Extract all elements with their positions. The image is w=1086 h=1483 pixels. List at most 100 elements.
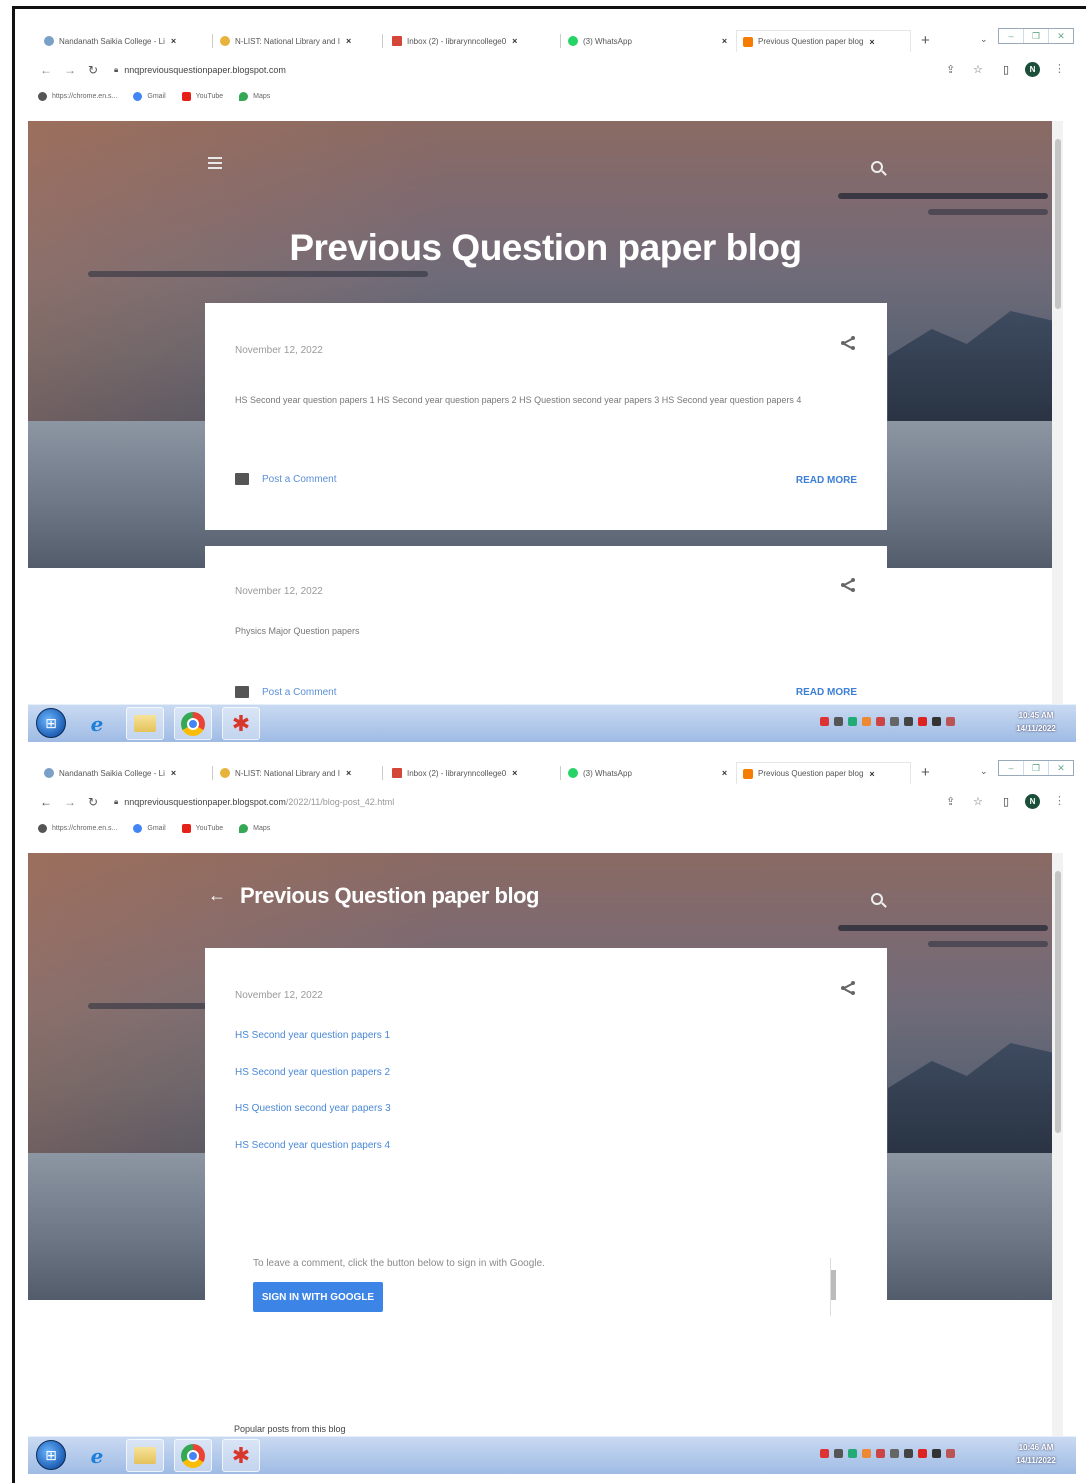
profile-avatar[interactable]: N [1025, 62, 1040, 77]
bookmark-gmail[interactable]: Gmail [133, 823, 166, 833]
internet-explorer-taskbar-button[interactable]: e [78, 707, 116, 740]
tab-search-chevron-icon[interactable]: ⌄ [980, 34, 988, 45]
close-window-icon[interactable]: ✕ [1049, 761, 1073, 775]
close-tab-icon[interactable]: × [512, 36, 517, 46]
minimize-icon[interactable]: – [999, 761, 1024, 775]
tray-icon[interactable] [876, 717, 885, 726]
app-taskbar-button[interactable]: ✱ [222, 707, 260, 740]
tray-icon[interactable] [862, 717, 871, 726]
scrollbar-thumb[interactable] [1055, 139, 1061, 309]
sidebar-panel-icon[interactable]: ▯ [1003, 795, 1009, 808]
start-button[interactable]: ⊞ [36, 1440, 66, 1470]
back-icon[interactable]: ← [40, 795, 52, 809]
new-tab-button[interactable]: + [921, 764, 930, 781]
chrome-taskbar-button[interactable] [174, 1439, 212, 1472]
question-paper-link[interactable]: HS Second year question papers 1 [235, 1030, 391, 1067]
question-paper-link[interactable]: HS Second year question papers 4 [235, 1140, 391, 1177]
close-tab-icon[interactable]: × [722, 36, 727, 46]
tray-icon[interactable] [932, 717, 941, 726]
search-icon[interactable] [871, 161, 883, 173]
share-icon[interactable] [841, 981, 855, 995]
question-paper-link[interactable]: HS Second year question papers 2 [235, 1067, 391, 1104]
reload-icon[interactable]: ↻ [88, 795, 98, 809]
tab-gmail-inbox[interactable]: Inbox (2) - librarynncollege0 × [392, 762, 557, 784]
close-tab-icon[interactable]: × [869, 769, 874, 779]
post-comment-link[interactable]: Post a Comment [235, 686, 336, 698]
close-tab-icon[interactable]: × [869, 37, 874, 47]
close-tab-icon[interactable]: × [346, 36, 351, 46]
forward-icon[interactable]: → [64, 795, 76, 809]
scrollbar-thumb[interactable] [831, 1270, 836, 1300]
profile-avatar[interactable]: N [1025, 794, 1040, 809]
close-tab-icon[interactable]: × [512, 768, 517, 778]
new-tab-button[interactable]: + [921, 32, 930, 49]
close-tab-icon[interactable]: × [171, 768, 176, 778]
tray-icon[interactable] [876, 1449, 885, 1458]
forward-icon[interactable]: → [64, 63, 76, 77]
comment-frame-scrollbar[interactable] [830, 1258, 836, 1316]
tray-icon[interactable] [918, 1449, 927, 1458]
volume-icon[interactable] [904, 1449, 913, 1458]
tray-icon[interactable] [918, 717, 927, 726]
sign-in-with-google-button[interactable]: SIGN IN WITH GOOGLE [253, 1282, 383, 1312]
tab-nlist[interactable]: N-LIST: National Library and I × [220, 762, 378, 784]
internet-explorer-taskbar-button[interactable]: e [78, 1439, 116, 1472]
tab-gmail-inbox[interactable]: Inbox (2) - librarynncollege0 × [392, 30, 557, 52]
tab-search-chevron-icon[interactable]: ⌄ [980, 766, 988, 777]
read-more-link[interactable]: READ MORE [796, 475, 857, 486]
tab-whatsapp[interactable]: (3) WhatsApp × [568, 30, 728, 52]
start-button[interactable]: ⊞ [36, 708, 66, 738]
share-icon[interactable] [841, 578, 855, 592]
network-icon[interactable] [890, 717, 899, 726]
more-options-icon[interactable]: ⋮ [1054, 62, 1065, 75]
read-more-link[interactable]: READ MORE [796, 687, 857, 698]
close-window-icon[interactable]: ✕ [1049, 29, 1073, 43]
sidebar-panel-icon[interactable]: ▯ [1003, 63, 1009, 76]
file-explorer-taskbar-button[interactable] [126, 1439, 164, 1472]
share-page-icon[interactable]: ⇪ [946, 63, 955, 76]
taskbar-clock[interactable]: 10:46 AM 14/11/2022 [1014, 1441, 1058, 1469]
network-icon[interactable] [890, 1449, 899, 1458]
tray-icon[interactable] [946, 1449, 955, 1458]
bookmark-youtube[interactable]: YouTube [181, 91, 223, 101]
share-icon[interactable] [841, 336, 855, 350]
bookmark-maps[interactable]: Maps [239, 91, 270, 101]
tab-nandanath-college[interactable]: Nandanath Saikia College - Li × [44, 762, 209, 784]
close-tab-icon[interactable]: × [722, 768, 727, 778]
question-paper-link[interactable]: HS Question second year papers 3 [235, 1103, 391, 1140]
file-explorer-taskbar-button[interactable] [126, 707, 164, 740]
bookmark-maps[interactable]: Maps [239, 823, 270, 833]
url-omnibox[interactable]: 🔒︎ nnqpreviousquestionpaper.blogspot.com… [114, 793, 934, 811]
tray-icon[interactable] [848, 717, 857, 726]
bookmark-chrome-web[interactable]: https://chrome.en.s... [38, 91, 117, 101]
bookmark-star-icon[interactable]: ☆ [973, 63, 983, 76]
page-scrollbar[interactable] [1052, 121, 1063, 707]
search-icon[interactable] [871, 893, 883, 905]
tray-icon[interactable] [834, 717, 843, 726]
page-scrollbar[interactable] [1052, 853, 1063, 1436]
bookmark-star-icon[interactable]: ☆ [973, 795, 983, 808]
tray-icon[interactable] [932, 1449, 941, 1458]
scrollbar-thumb[interactable] [1055, 871, 1061, 1133]
bookmark-youtube[interactable]: YouTube [181, 823, 223, 833]
post-date[interactable]: November 12, 2022 [235, 990, 323, 1001]
volume-icon[interactable] [904, 717, 913, 726]
menu-hamburger-icon[interactable] [208, 157, 222, 172]
taskbar-clock[interactable]: 10:45 AM 14/11/2022 [1014, 709, 1058, 737]
back-icon[interactable]: ← [40, 63, 52, 77]
chrome-taskbar-button[interactable] [174, 707, 212, 740]
bookmark-chrome-web[interactable]: https://chrome.en.s... [38, 823, 117, 833]
more-options-icon[interactable]: ⋮ [1054, 794, 1065, 807]
tray-icon[interactable] [820, 717, 829, 726]
back-arrow-icon[interactable]: ← [208, 885, 226, 906]
share-page-icon[interactable]: ⇪ [946, 795, 955, 808]
tab-nandanath-college[interactable]: Nandanath Saikia College - Li × [44, 30, 209, 52]
tab-nlist[interactable]: N-LIST: National Library and I × [220, 30, 378, 52]
tray-icon[interactable] [820, 1449, 829, 1458]
tab-whatsapp[interactable]: (3) WhatsApp × [568, 762, 728, 784]
url-omnibox[interactable]: 🔒︎ nnqpreviousquestionpaper.blogspot.com [114, 61, 934, 79]
tab-previous-question-paper-blog[interactable]: Previous Question paper blog × [736, 30, 911, 52]
restore-icon[interactable]: ❐ [1024, 29, 1049, 43]
post-date[interactable]: November 12, 2022 [235, 345, 323, 356]
tray-icon[interactable] [862, 1449, 871, 1458]
